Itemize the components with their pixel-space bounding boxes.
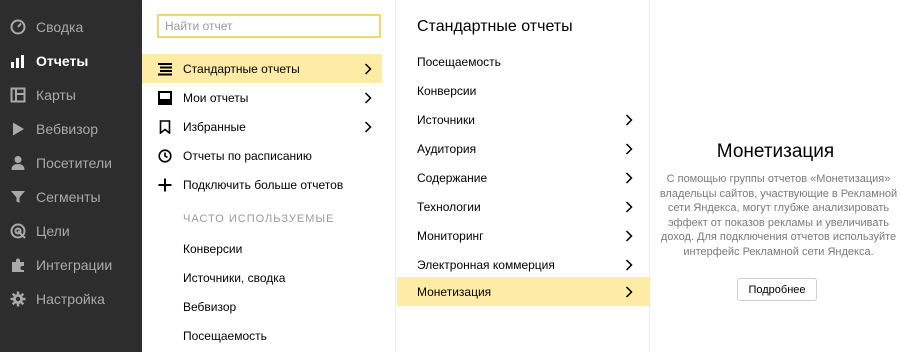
bookmark-icon [157, 119, 173, 135]
menu-item-connect-more[interactable]: Подключить больше отчетов [142, 170, 382, 199]
chevron-right-icon [625, 171, 633, 184]
report-item-sources[interactable]: Источники [397, 105, 650, 134]
nav-item-goals[interactable]: Цели [0, 214, 142, 248]
nav-item-label: Отчеты [36, 53, 89, 69]
frequent-item[interactable]: Вебвизор [183, 300, 236, 314]
nav-item-reports[interactable]: Отчеты [0, 44, 142, 78]
nav-item-maps[interactable]: Карты [0, 78, 142, 112]
filter-icon [10, 189, 26, 205]
report-item-label: Конверсии [417, 83, 477, 98]
report-item-label: Электронная коммерция [417, 257, 555, 272]
report-item-content[interactable]: Содержание [397, 163, 650, 192]
report-item-monitoring[interactable]: Мониторинг [397, 221, 650, 250]
menu-item-my-reports[interactable]: Мои отчеты [142, 83, 382, 112]
nav-item-label: Цели [36, 223, 70, 239]
chevron-right-icon [625, 113, 633, 126]
menu-item-scheduled-reports[interactable]: Отчеты по расписанию [142, 141, 382, 170]
menu-item-label: Подключить больше отчетов [183, 177, 344, 192]
report-item-traffic[interactable]: Посещаемость [397, 47, 650, 76]
nav-item-label: Сводка [36, 19, 84, 35]
inbox-icon [157, 90, 173, 106]
report-item-ecommerce[interactable]: Электронная коммерция [397, 250, 650, 279]
report-item-label: Мониторинг [417, 228, 484, 243]
report-item-audience[interactable]: Аудитория [397, 134, 650, 163]
user-icon [10, 155, 26, 171]
list-icon [157, 61, 173, 77]
menu-item-label: Мои отчеты [183, 90, 249, 105]
menu-item-label: Избранные [183, 119, 246, 134]
chevron-right-icon [625, 142, 633, 155]
nav-item-summary[interactable]: Сводка [0, 10, 142, 44]
chevron-right-icon [625, 229, 633, 242]
menu-item-standard-reports[interactable]: Стандартные отчеты [142, 54, 382, 83]
detail-title: Монетизация [716, 141, 835, 162]
detail-description: С помощью группы отчетов «Монетизация» в… [659, 173, 898, 258]
nav-item-webvisor[interactable]: Вебвизор [0, 112, 142, 146]
report-item-technology[interactable]: Технологии [397, 192, 650, 221]
maps-icon [10, 87, 26, 103]
search-input[interactable] [157, 14, 381, 38]
frequent-item[interactable]: Посещаемость [183, 329, 267, 343]
report-item-label: Посещаемость [417, 54, 501, 69]
report-item-label: Монетизация [417, 284, 492, 299]
frequent-item[interactable]: Конверсии [183, 242, 242, 256]
more-info-button[interactable]: Подробнее [737, 278, 817, 301]
nav-item-label: Вебвизор [36, 121, 99, 137]
frequent-item[interactable]: Источники, сводка [183, 271, 285, 285]
report-item-monetization[interactable]: Монетизация [397, 277, 650, 306]
menu-item-label: Отчеты по расписанию [183, 148, 312, 163]
chevron-right-icon [625, 285, 633, 298]
report-item-label: Источники [417, 112, 475, 127]
gear-icon [10, 291, 26, 307]
report-item-conversions[interactable]: Конверсии [397, 76, 650, 105]
chevron-right-icon [364, 91, 372, 104]
chevron-right-icon [364, 62, 372, 75]
standard-reports-panel: Стандартные отчеты Посещаемость Конверси… [397, 0, 650, 352]
target-icon [10, 223, 26, 239]
report-item-label: Аудитория [417, 141, 477, 156]
puzzle-icon [10, 257, 26, 273]
dashboard-icon [10, 19, 26, 35]
chevron-right-icon [364, 120, 372, 133]
clock-icon [157, 148, 173, 164]
panel-title: Стандартные отчеты [417, 18, 573, 35]
reports-menu-panel: Стандартные отчеты Мои отчеты Избранные … [142, 0, 396, 352]
nav-item-label: Сегменты [36, 189, 101, 205]
nav-item-label: Карты [36, 87, 76, 103]
nav-item-label: Интеграции [36, 257, 113, 273]
nav-item-visitors[interactable]: Посетители [0, 146, 142, 180]
report-item-label: Содержание [417, 170, 488, 185]
nav-item-label: Посетители [36, 155, 112, 171]
chevron-right-icon [625, 258, 633, 271]
nav-item-label: Настройка [36, 291, 105, 307]
reports-icon [10, 53, 26, 69]
nav-item-settings[interactable]: Настройка [0, 282, 142, 316]
plus-icon [157, 177, 173, 193]
detail-panel: Монетизация С помощью группы отчетов «Мо… [651, 0, 900, 352]
nav-item-integrations[interactable]: Интеграции [0, 248, 142, 282]
nav-item-segments[interactable]: Сегменты [0, 180, 142, 214]
menu-item-label: Стандартные отчеты [183, 61, 300, 76]
main-sidebar: Сводка Отчеты Карты Вебвизор Посетители … [0, 0, 142, 352]
report-item-label: Технологии [417, 199, 481, 214]
frequent-section-heading: ЧАСТО ИСПОЛЬЗУЕМЫЕ [183, 213, 335, 225]
chevron-right-icon [625, 200, 633, 213]
menu-item-favorites[interactable]: Избранные [142, 112, 382, 141]
play-icon [10, 121, 26, 137]
